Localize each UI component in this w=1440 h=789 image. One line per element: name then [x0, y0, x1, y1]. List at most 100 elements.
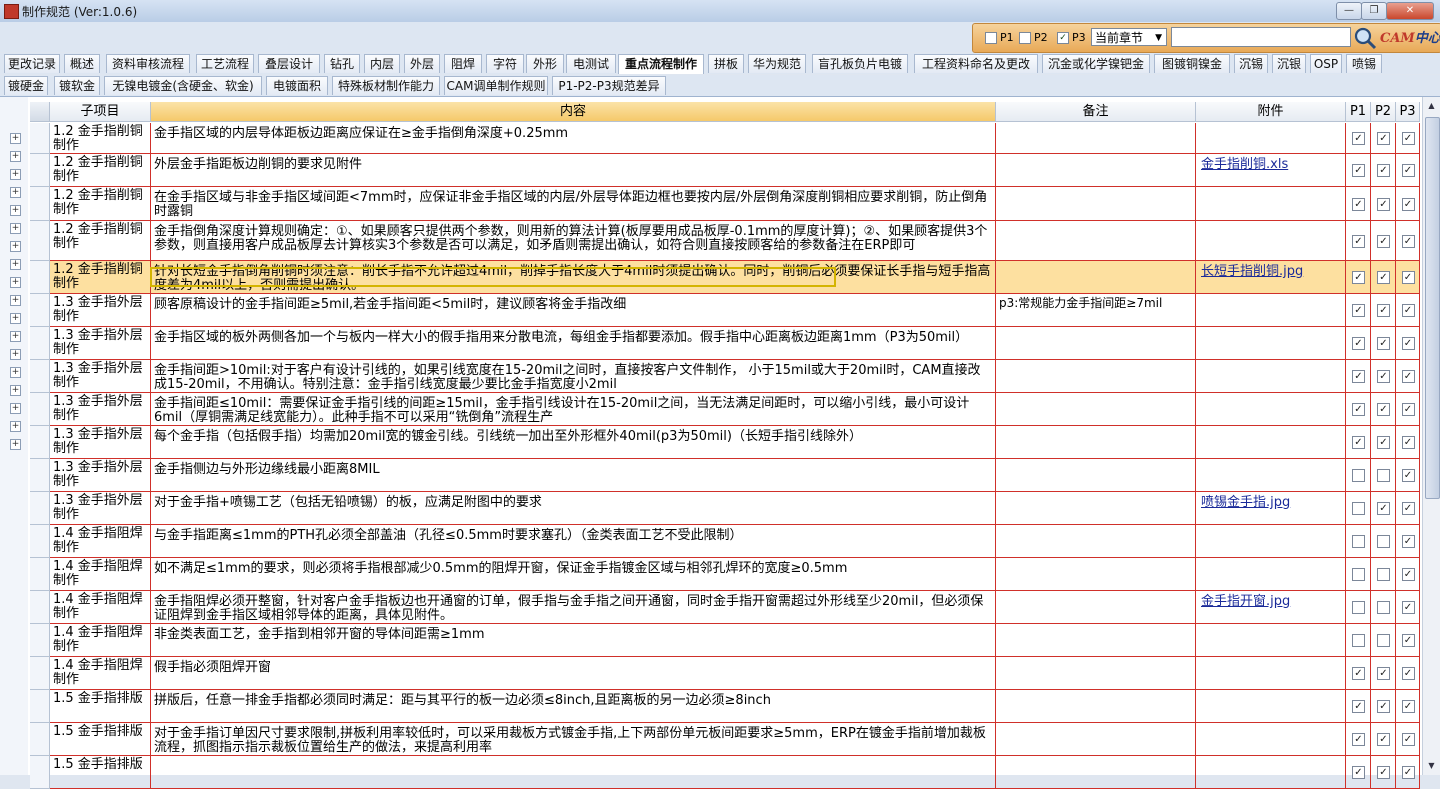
row-selector[interactable] [30, 261, 50, 294]
p3-checkbox[interactable]: ✓ [1401, 271, 1415, 284]
content-cell[interactable]: 对于金手指+喷锡工艺（包括无铅喷锡）的板，应满足附图中的要求 [151, 492, 996, 525]
p3-filter[interactable]: ✓ P3 [1057, 31, 1086, 44]
note-cell[interactable] [996, 690, 1196, 723]
p1-checkbox[interactable]: ✓ [1352, 436, 1365, 449]
p1-checkbox[interactable]: ✓ [1352, 766, 1365, 779]
note-cell[interactable] [996, 187, 1196, 221]
p1-checkbox[interactable] [1352, 568, 1365, 581]
expand-node-icon[interactable]: + [10, 277, 21, 288]
attachment-cell[interactable] [1196, 723, 1346, 756]
tab-row1-20[interactable]: 沉银 [1272, 54, 1306, 73]
tab-row1-16[interactable]: 工程资料命名及更改 [914, 54, 1038, 73]
row-selector[interactable] [30, 294, 50, 327]
p1-checkbox[interactable]: ✓ [1352, 370, 1365, 383]
p3-checkbox[interactable]: ✓ [1401, 304, 1415, 317]
p1-checkbox[interactable]: ✓ [1352, 304, 1365, 317]
p2-checkbox[interactable]: ✓ [1377, 766, 1390, 779]
p2-checkbox[interactable] [1377, 469, 1390, 482]
attachment-cell[interactable] [1196, 426, 1346, 459]
p3-cell[interactable]: ✓ [1396, 426, 1420, 459]
content-cell[interactable]: 金手指区域的内层导体距板边距离应保证在≥金手指倒角深度+0.25mm [151, 123, 996, 154]
expand-node-icon[interactable]: + [10, 403, 21, 414]
p2-checkbox[interactable]: ✓ [1377, 502, 1390, 515]
content-cell[interactable]: 金手指区域的板外两侧各加一个与板内一样大小的假手指用来分散电流，每组金手指都要添… [151, 327, 996, 360]
content-cell[interactable]: 如不满足≤1mm的要求，则必须将手指根部减少0.5mm的阻焊开窗，保证金手指镀金… [151, 558, 996, 591]
p1-cell[interactable] [1346, 624, 1371, 657]
close-button[interactable]: ✕ [1386, 2, 1434, 20]
p2-cell[interactable]: ✓ [1371, 187, 1396, 221]
p1-checkbox[interactable] [1352, 634, 1365, 647]
p1-checkbox[interactable]: ✓ [1352, 403, 1365, 416]
tab-row1-22[interactable]: 喷锡 [1346, 54, 1382, 73]
expand-node-icon[interactable]: + [10, 151, 21, 162]
p2-checkbox[interactable]: ✓ [1377, 304, 1390, 317]
p2-checkbox[interactable] [1377, 601, 1390, 614]
row-selector[interactable] [30, 459, 50, 492]
tab-row1-6[interactable]: 内层 [364, 54, 400, 73]
p3-checkbox[interactable]: ✓ [1401, 234, 1415, 248]
p1-cell[interactable]: ✓ [1346, 123, 1371, 154]
p1-cell[interactable]: ✓ [1346, 360, 1371, 393]
p1-cell[interactable]: ✓ [1346, 657, 1371, 690]
vertical-scrollbar[interactable]: ▲ ▼ [1422, 97, 1440, 775]
note-cell[interactable] [996, 327, 1196, 360]
p1-checkbox[interactable] [1352, 502, 1365, 515]
p2-cell[interactable] [1371, 459, 1396, 492]
tab-row2-3[interactable]: 电镀面积 [266, 76, 328, 95]
expand-node-icon[interactable]: + [10, 439, 21, 450]
p2-checkbox[interactable]: ✓ [1377, 197, 1390, 211]
attachment-cell[interactable] [1196, 187, 1346, 221]
table-row[interactable]: 1.2 金手指削铜制作 在金手指区域与非金手指区域间距<7mm时，应保证非金手指区… [30, 187, 1420, 221]
p1-cell[interactable] [1346, 525, 1371, 558]
sub-item-cell[interactable]: 1.3 金手指外层制作 [50, 327, 151, 360]
note-cell[interactable] [996, 459, 1196, 492]
table-row[interactable]: 1.3 金手指外层制作 金手指间距≤10mil：需要保证金手指引线的间距≥15mi… [30, 393, 1420, 426]
p1-checkbox[interactable] [1352, 601, 1365, 614]
table-row[interactable]: 1.3 金手指外层制作 金手指侧边与外形边缘线最小距离8MIL ✓ [30, 459, 1420, 492]
sub-item-cell[interactable]: 1.5 金手指排版 [50, 723, 151, 756]
p1-checkbox[interactable]: ✓ [1352, 700, 1365, 713]
p1-cell[interactable]: ✓ [1346, 221, 1371, 261]
p1-checkbox[interactable] [1352, 469, 1365, 482]
content-cell[interactable]: 金手指侧边与外形边缘线最小距离8MIL [151, 459, 996, 492]
content-cell[interactable]: 针对长短金手指倒角削铜时须注意：削长手指不允许超过4mil，削掉手指长度大于4m… [151, 261, 996, 294]
p3-cell[interactable]: ✓ [1396, 294, 1420, 327]
p3-cell[interactable]: ✓ [1396, 525, 1420, 558]
content-cell[interactable]: 拼版后，任意一排金手指都必须同时满足：距与其平行的板一边必须≤8inch,且距离… [151, 690, 996, 723]
tab-row1-12[interactable]: 重点流程制作 [618, 54, 704, 74]
p3-checkbox[interactable]: ✓ [1401, 403, 1415, 416]
p3-checkbox[interactable]: ✓ [1401, 337, 1415, 350]
sub-item-cell[interactable]: 1.4 金手指阻焊制作 [50, 525, 151, 558]
table-row[interactable]: 1.3 金手指外层制作 对于金手指+喷锡工艺（包括无铅喷锡）的板，应满足附图中的要… [30, 492, 1420, 525]
row-selector[interactable] [30, 360, 50, 393]
tab-row1-18[interactable]: 图镀铜镍金 [1154, 54, 1230, 73]
p3-checkbox[interactable]: ✓ [1401, 634, 1415, 647]
row-selector[interactable] [30, 657, 50, 690]
table-row[interactable]: 1.3 金手指外层制作 每个金手指（包括假手指）均需加20mil宽的镀金引线。引线… [30, 426, 1420, 459]
sub-item-cell[interactable]: 1.4 金手指阻焊制作 [50, 558, 151, 591]
tab-row1-7[interactable]: 外层 [404, 54, 440, 73]
p3-filter-checkbox[interactable]: ✓ [1057, 31, 1069, 44]
content-cell[interactable] [151, 756, 996, 789]
sub-item-cell[interactable]: 1.5 金手指排版 [50, 756, 151, 789]
row-selector[interactable] [30, 393, 50, 426]
expand-node-icon[interactable]: + [10, 367, 21, 378]
p3-checkbox[interactable]: ✓ [1401, 766, 1415, 779]
content-cell[interactable]: 金手指间距>10mil:对于客户有设计引线的，如果引线宽度在15-20mil之间… [151, 360, 996, 393]
sub-item-cell[interactable]: 1.4 金手指阻焊制作 [50, 657, 151, 690]
content-cell[interactable]: 顾客原稿设计的金手指间距≥5mil,若金手指间距<5mil时，建议顾客将金手指改… [151, 294, 996, 327]
content-cell[interactable]: 假手指必须阻焊开窗 [151, 657, 996, 690]
p2-checkbox[interactable]: ✓ [1377, 436, 1390, 449]
p2-checkbox[interactable]: ✓ [1377, 700, 1390, 713]
tab-row1-5[interactable]: 钻孔 [324, 54, 360, 73]
p2-cell[interactable]: ✓ [1371, 426, 1396, 459]
note-cell[interactable] [996, 591, 1196, 624]
attachment-link[interactable]: 金手指削铜.xls [1201, 157, 1288, 172]
note-cell[interactable] [996, 393, 1196, 426]
p2-filter[interactable]: P2 [1019, 31, 1048, 44]
p1-cell[interactable] [1346, 492, 1371, 525]
p2-checkbox[interactable]: ✓ [1377, 337, 1390, 350]
attachment-cell[interactable]: 长短手指削铜.jpg [1196, 261, 1346, 294]
attachment-cell[interactable]: 喷锡金手指.jpg [1196, 492, 1346, 525]
p3-cell[interactable]: ✓ [1396, 492, 1420, 525]
